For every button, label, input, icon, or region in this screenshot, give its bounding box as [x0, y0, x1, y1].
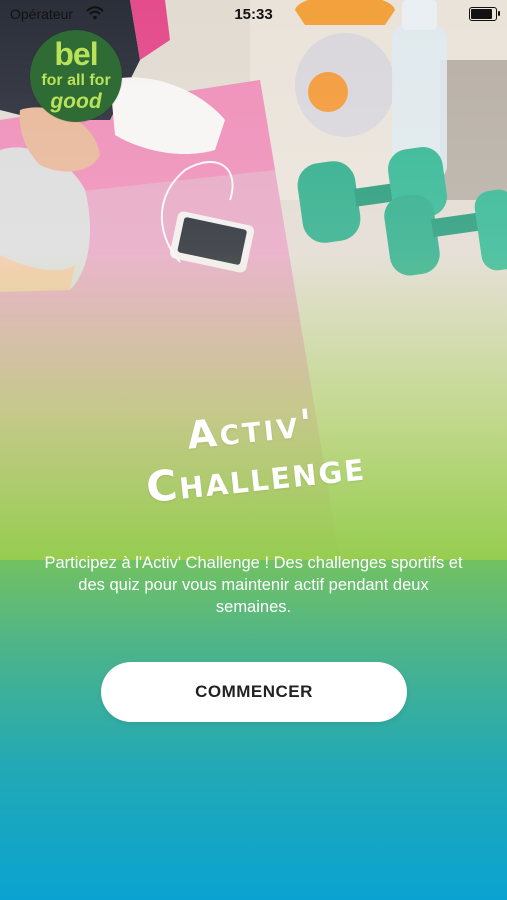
battery-fill: [471, 9, 492, 19]
status-bar: Opérateur 15:33: [0, 0, 507, 28]
logo-line-2: for all for: [41, 72, 111, 89]
challenge-description: Participez à l'Activ' Challenge ! Des ch…: [44, 554, 463, 616]
welcome-screen: Opérateur 15:33 bel for all for good Act…: [0, 0, 507, 900]
start-button[interactable]: COMMENCER: [101, 662, 407, 722]
battery-icon: [469, 7, 500, 21]
logo-line-3: good: [50, 90, 102, 113]
bel-logo: bel for all for good: [30, 30, 122, 122]
clock-time: 15:33: [234, 6, 273, 23]
logo-line-1: bel: [54, 36, 98, 72]
